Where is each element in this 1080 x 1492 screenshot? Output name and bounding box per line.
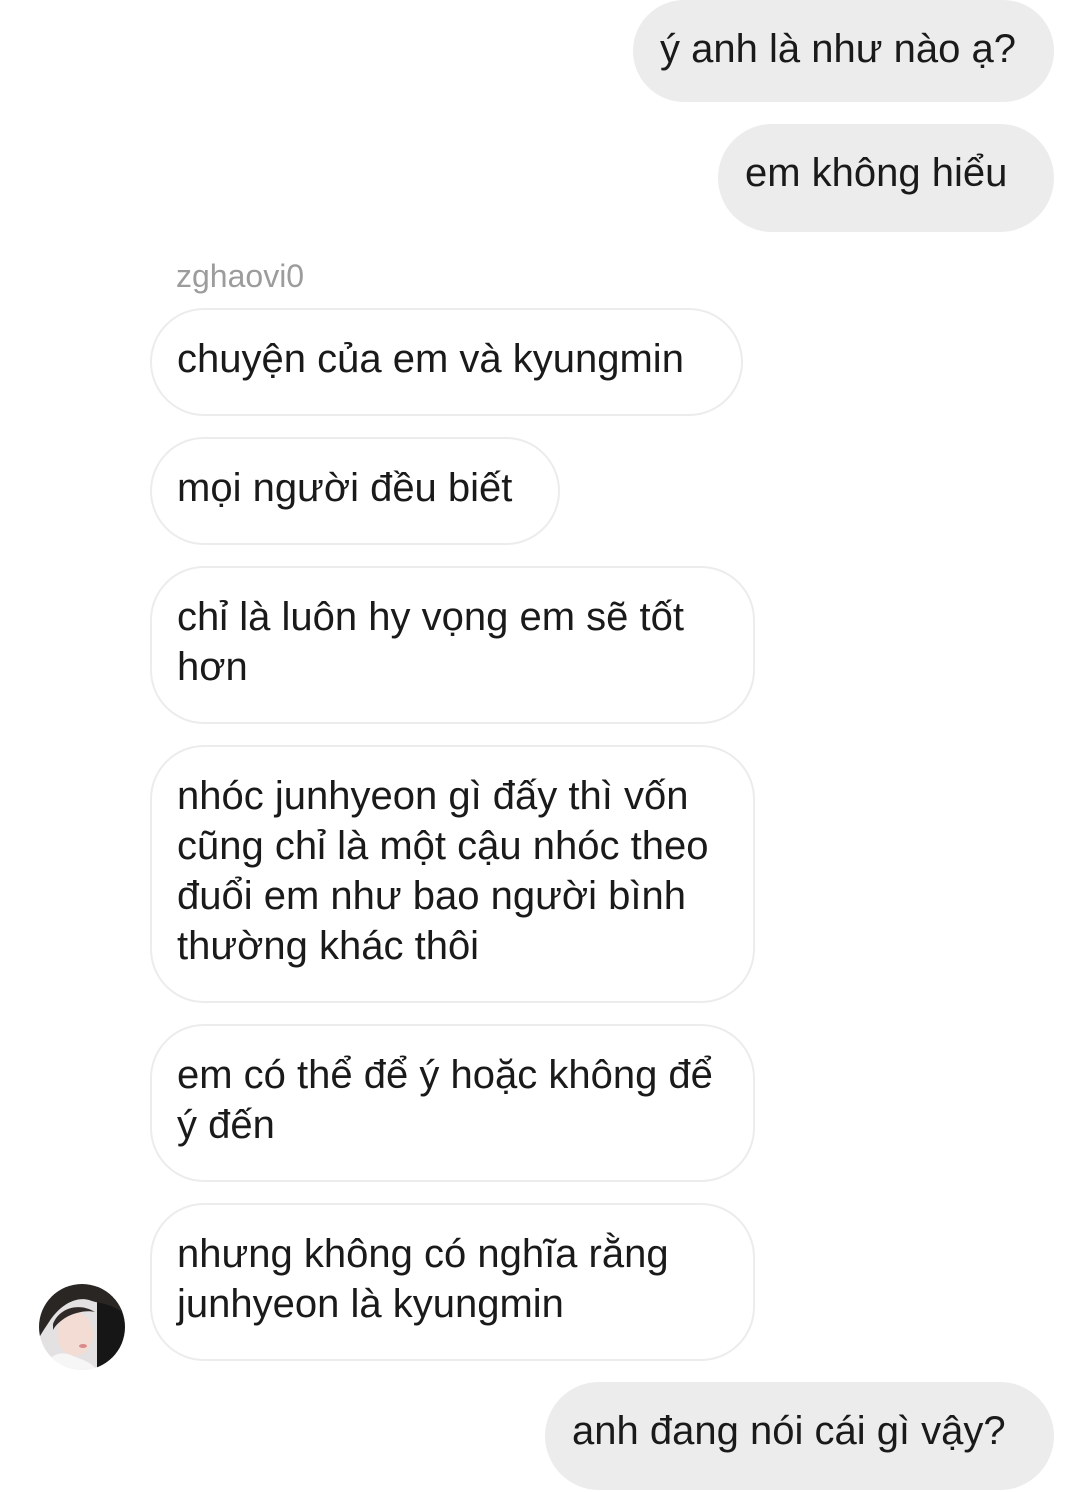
- message-bubble-received[interactable]: nhóc junhyeon gì đấy thì vốn cũng chỉ là…: [150, 745, 755, 1003]
- message-bubble-received[interactable]: em có thể để ý hoặc không để ý đến: [150, 1024, 755, 1182]
- avatar[interactable]: [39, 1284, 125, 1370]
- message-bubble-received[interactable]: chuyện của em và kyungmin: [150, 308, 743, 416]
- message-bubble-sent[interactable]: anh đang nói cái gì vậy?: [545, 1382, 1054, 1490]
- message-bubble-received[interactable]: nhưng không có nghĩa rằng junhyeon là ky…: [150, 1203, 755, 1361]
- message-bubble-received[interactable]: chỉ là luôn hy vọng em sẽ tốt hơn: [150, 566, 755, 724]
- avatar-image: [39, 1284, 125, 1370]
- message-bubble-received[interactable]: mọi người đều biết: [150, 437, 560, 545]
- message-bubble-sent[interactable]: em không hiểu: [718, 124, 1054, 232]
- message-bubble-sent[interactable]: ý anh là như nào ạ?: [633, 0, 1054, 102]
- sender-username: zghaovi0: [176, 258, 305, 294]
